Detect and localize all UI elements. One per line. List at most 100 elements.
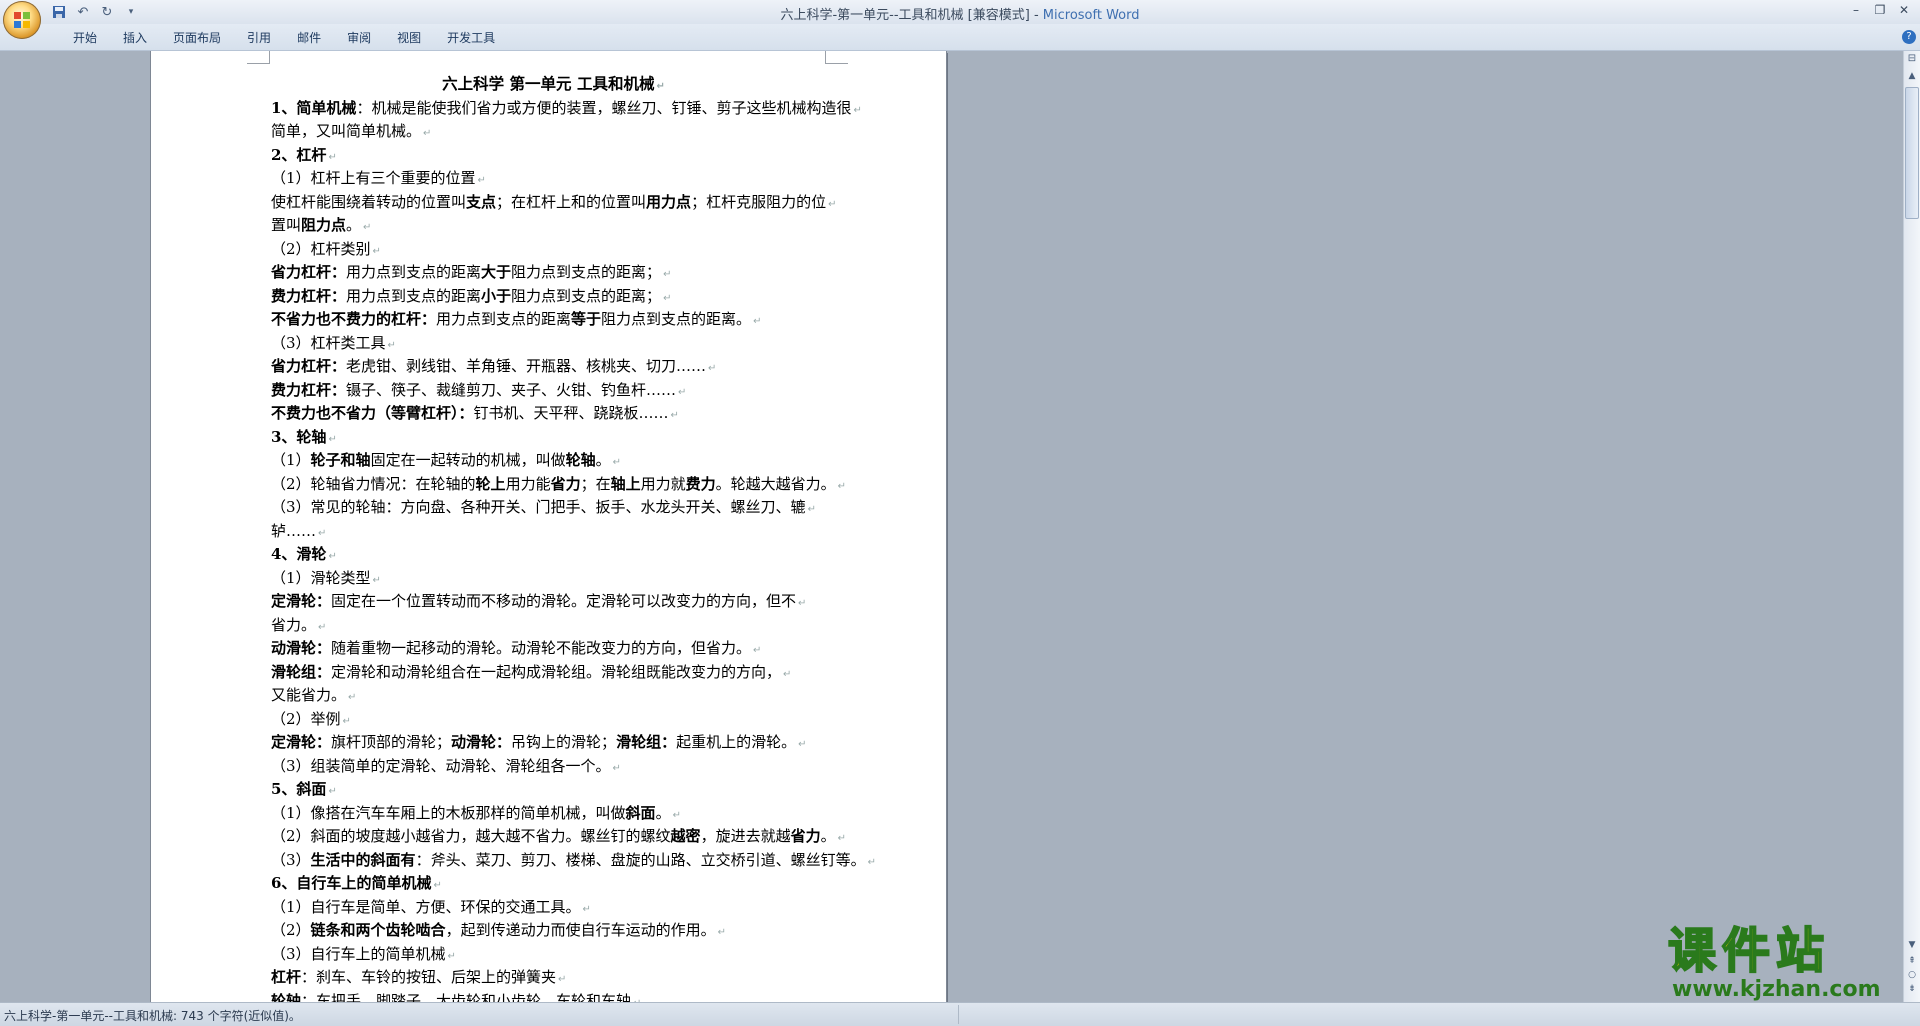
document-line: （2）斜面的坡度越小越省力，越大越不省力。螺丝钉的螺纹越密，旋进去就越省力。 ↵ <box>271 826 846 850</box>
document-line: 不费力也不省力（等臂杠杆）：钉书机、天平秤、跷跷板…… ↵ <box>271 403 836 427</box>
text-run: 。 <box>595 451 611 469</box>
app-name: Microsoft Word <box>1042 8 1140 23</box>
window-controls: – ❐ ✕ <box>1848 2 1912 18</box>
text-run: 省力杠杆： <box>271 357 347 375</box>
site-watermark: 课件站 www.kjzhan.com <box>1667 923 1900 1006</box>
paragraph-mark-icon: ↵ <box>328 786 337 797</box>
document-line: 置叫阻力点。 ↵ <box>271 215 836 239</box>
text-run: 旗杆顶部的滑轮； <box>331 733 452 751</box>
tab-insert[interactable]: 插入 <box>110 29 160 47</box>
paragraph-mark-icon: ↵ <box>783 668 792 680</box>
paragraph-mark-icon: ↵ <box>753 645 762 656</box>
tab-view[interactable]: 视图 <box>384 29 434 47</box>
tab-references[interactable]: 引用 <box>234 29 284 47</box>
document-line: （2）举例 ↵ <box>271 709 836 733</box>
paragraph-mark-icon: ↵ <box>558 974 567 985</box>
paragraph-mark-icon: ↵ <box>753 316 762 327</box>
tab-developer[interactable]: 开发工具 <box>434 29 508 47</box>
text-run: 阻力点到支点的距离。 <box>601 310 752 328</box>
scroll-thumb[interactable] <box>1905 87 1919 219</box>
text-run: 随着重物一起移动的滑轮。动滑轮不能改变力的方向，但省力。 <box>331 639 752 657</box>
close-button[interactable]: ✕ <box>1896 2 1912 18</box>
tab-home[interactable]: 开始 <box>60 29 110 47</box>
text-run: 固定在一个位置转动而不移动的滑轮。定滑轮可以改变力的方向，但不 <box>331 592 797 610</box>
text-run: 使杠杆能围绕着转动的位置叫 <box>271 192 467 211</box>
text-run: （2）杠杆类别 <box>271 239 371 258</box>
tab-page-layout[interactable]: 页面布局 <box>160 29 234 47</box>
document-body[interactable]: 六上科学 第一单元 工具和机械 ↵ 1、简单机械：机械是能使我们省力或方便的装置，… <box>271 73 876 1002</box>
text-run: 老虎钳、剥线钳、羊角锤、开瓶器、核桃夹、切刀…… <box>346 357 707 375</box>
help-icon[interactable]: ? <box>1902 30 1916 44</box>
status-bar: 六上科学-第一单元--工具和机械: 743 个字符(近似值)。 <box>0 1002 1920 1026</box>
document-line: 2、杠杆 ↵ <box>271 145 836 169</box>
text-run: 轳…… <box>271 521 317 540</box>
paragraph-mark-icon: ↵ <box>318 527 327 539</box>
paragraph-mark-icon: ↵ <box>708 363 717 374</box>
document-line: （1）像搭在汽车车厢上的木板那样的简单机械，叫做斜面。 ↵ <box>271 803 836 827</box>
text-run: ：刹车、车铃的按钮、后架上的弹簧夹 <box>301 968 557 986</box>
paragraph-mark-icon: ↵ <box>612 457 621 468</box>
scroll-down-icon[interactable]: ▼ <box>1905 940 1919 954</box>
scroll-up-icon[interactable]: ▲ <box>1905 71 1919 85</box>
document-line: 轳…… ↵ <box>271 521 836 545</box>
text-run: 省力 <box>790 827 821 845</box>
paragraph-mark-icon: ↵ <box>328 151 337 163</box>
tab-review[interactable]: 审阅 <box>334 29 384 47</box>
text-run: 定滑轮和动滑轮组合在一起构成滑轮组。滑轮组既能改变力的方向， <box>331 662 782 681</box>
text-run: 吊钩上的滑轮； <box>511 733 617 751</box>
previous-page-icon[interactable]: ⇞ <box>1905 956 1919 970</box>
document-line: （3）杠杆类工具 ↵ <box>271 333 836 357</box>
text-run: 轮上 <box>475 474 506 493</box>
text-run: 杠杆 <box>271 968 302 986</box>
next-page-icon[interactable]: ⇟ <box>1905 984 1919 998</box>
document-line: （3）自行车上的简单机械 ↵ <box>271 944 836 968</box>
text-run: 用力点到支点的距离 <box>346 286 482 305</box>
paragraph-mark-icon: ↵ <box>447 950 456 962</box>
text-run: 轴上 <box>610 474 641 493</box>
document-line: （1）轮子和轴固定在一起转动的机械，叫做轮轴。 ↵ <box>271 450 836 474</box>
restore-button[interactable]: ❐ <box>1872 2 1888 18</box>
paragraph-mark-icon: ↵ <box>663 292 672 304</box>
text-run: （3）自行车上的简单机械 <box>271 944 446 963</box>
text-run: 置叫 <box>271 216 302 234</box>
text-run: （3） <box>271 850 311 869</box>
text-run: 轮子和轴 <box>310 451 371 469</box>
document-line: （3）组装简单的定滑轮、动滑轮、滑轮组各一个。 ↵ <box>271 756 836 780</box>
office-logo-icon <box>14 12 30 28</box>
paragraph-mark-icon: ↵ <box>717 927 726 938</box>
document-line: 定滑轮：旗杆顶部的滑轮；动滑轮：吊钩上的滑轮；滑轮组：起重机上的滑轮。 ↵ <box>271 732 836 756</box>
paragraph-mark-icon: ↵ <box>582 903 591 915</box>
vertical-scrollbar[interactable]: ⊟ ▲ ▼ ⇞ ○ ⇟ <box>1903 51 1920 1002</box>
text-run: 轮轴 <box>565 451 596 469</box>
text-run: 简单，又叫简单机械。 <box>271 122 422 140</box>
text-run: 又能省力。 <box>271 686 347 704</box>
paragraph-mark-icon: ↵ <box>867 856 876 868</box>
document-line: （3）常见的轮轴：方向盘、各种开关、门把手、扳手、水龙头开关、螺丝刀、辘 ↵ <box>271 497 836 521</box>
minimize-button[interactable]: – <box>1848 2 1864 18</box>
watermark-url: www.kjzhan.com <box>1672 977 1881 1002</box>
paragraph-mark-icon: ↵ <box>372 245 381 257</box>
text-run: 1、简单机械 <box>271 98 357 117</box>
view-ruler-icon[interactable]: ⊟ <box>1905 53 1919 69</box>
tab-mailings[interactable]: 邮件 <box>284 29 334 47</box>
text-run: （2）斜面的坡度越小越省力，越大越不省力。螺丝钉的螺纹 <box>271 827 671 845</box>
document-workspace: 六上科学 第一单元 工具和机械 ↵ 1、简单机械：机械是能使我们省力或方便的装置，… <box>0 51 1904 1002</box>
margin-corner-mark <box>247 51 270 64</box>
text-run: 3、轮轴 <box>271 427 327 446</box>
paragraph-mark-icon: ↵ <box>477 175 486 186</box>
text-run: 斜面 <box>625 803 656 822</box>
document-line: 不省力也不费力的杠杆：用力点到支点的距离等于阻力点到支点的距离。 ↵ <box>271 309 836 333</box>
document-page[interactable]: 六上科学 第一单元 工具和机械 ↵ 1、简单机械：机械是能使我们省力或方便的装置，… <box>151 51 946 1002</box>
text-run: （3）组装简单的定滑轮、动滑轮、滑轮组各一个。 <box>271 756 611 775</box>
document-heading: 六上科学 第一单元 工具和机械 ↵ <box>442 74 665 93</box>
text-run: （2）举例 <box>271 709 341 728</box>
office-button[interactable] <box>3 1 41 39</box>
paragraph-mark-icon: ↵ <box>328 551 337 562</box>
document-line: （1）滑轮类型 ↵ <box>271 568 836 592</box>
paragraph-mark-icon: ↵ <box>612 762 621 774</box>
text-run: （1）杠杆上有三个重要的位置 <box>271 169 476 187</box>
watermark-logo-text: 课件站 <box>1667 923 1831 979</box>
text-run: 。 <box>820 827 836 845</box>
select-browse-object-icon[interactable]: ○ <box>1905 970 1919 984</box>
text-run: 支点 <box>466 192 497 211</box>
